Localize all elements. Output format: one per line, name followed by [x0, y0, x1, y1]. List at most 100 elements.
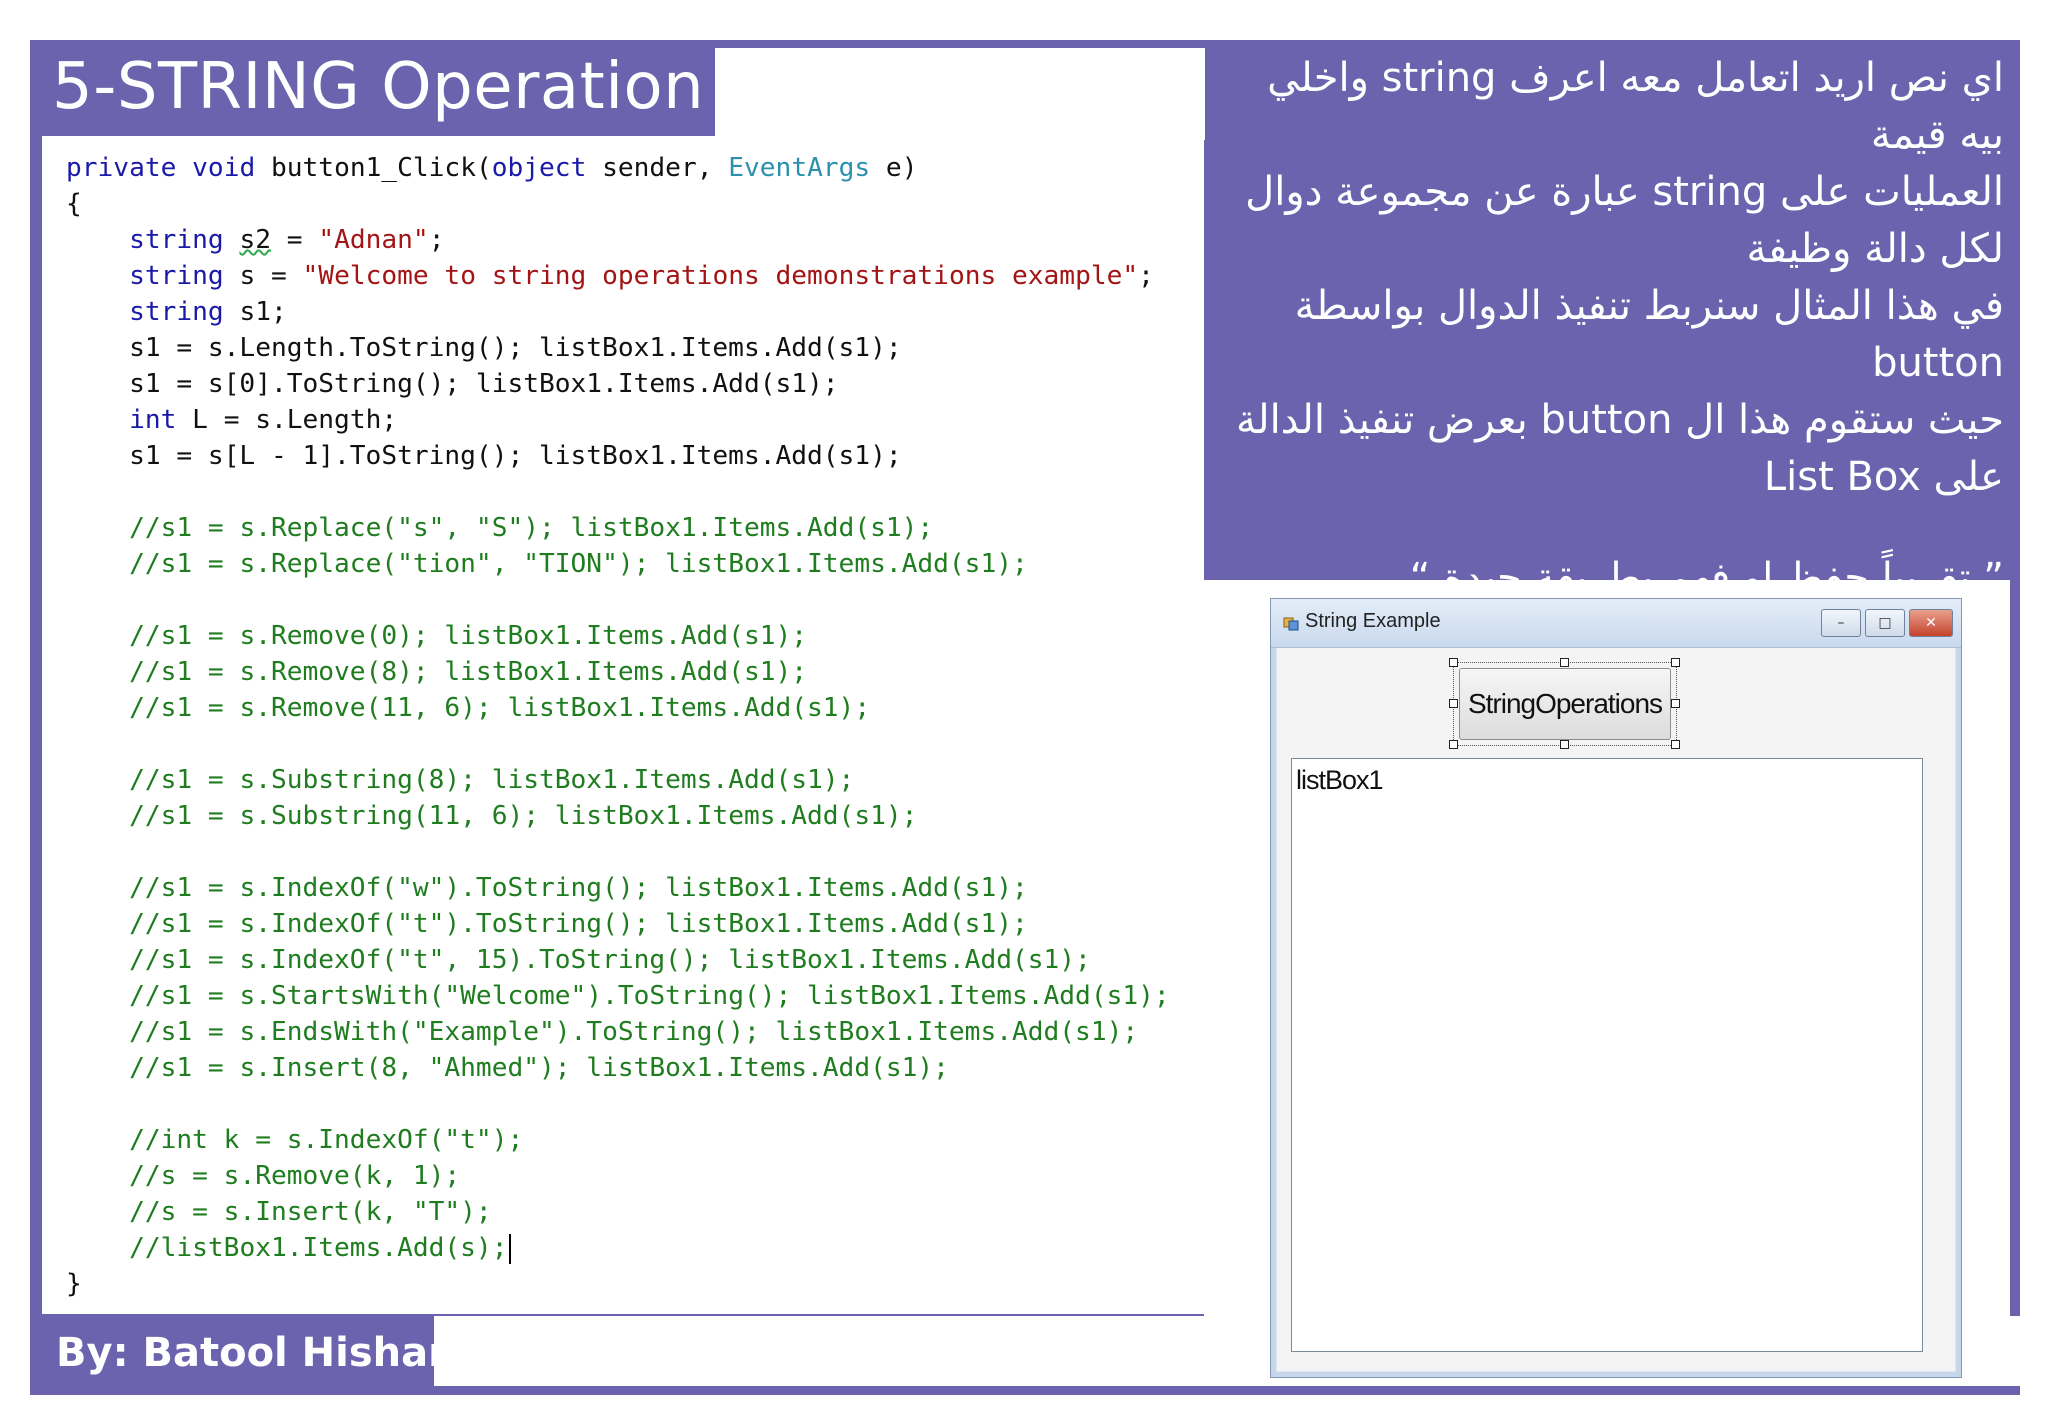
code-token: //s1 = s.Insert(8, "Ahmed"); listBox1.It… — [129, 1053, 949, 1083]
code-token: //s1 = s.IndexOf("w").ToString(); listBo… — [129, 873, 1028, 903]
code-token: s1 = s.Length.ToString(); listBox1.Items… — [66, 333, 902, 363]
code-token: //s = s.Remove(k, 1); — [129, 1161, 461, 1191]
code-line: } — [66, 1266, 1170, 1302]
code-listing: private void button1_Click(object sender… — [66, 150, 1170, 1302]
code-line: //s1 = s.IndexOf("w").ToString(); listBo… — [66, 870, 1170, 906]
code-line: //s1 = s.StartsWith("Welcome").ToString(… — [66, 978, 1170, 1014]
resize-handle[interactable] — [1671, 658, 1680, 667]
code-line: //s1 = s.Insert(8, "Ahmed"); listBox1.It… — [66, 1050, 1170, 1086]
close-icon[interactable]: ✕ — [1909, 609, 1953, 637]
code-token: //s1 = s.Replace("tion", "TION"); listBo… — [129, 549, 1028, 579]
code-line: s1 = s[L - 1].ToString(); listBox1.Items… — [66, 438, 1170, 474]
resize-handle[interactable] — [1449, 740, 1458, 749]
minimize-icon[interactable]: – — [1821, 609, 1861, 637]
maximize-icon[interactable]: □ — [1865, 609, 1905, 637]
window-controls: – □ ✕ — [1821, 609, 1953, 637]
text-cursor — [509, 1233, 512, 1264]
code-token: s1; — [223, 297, 287, 327]
code-token: //int k = s.IndexOf("t"); — [129, 1125, 524, 1155]
note-line: على List Box — [1763, 454, 2004, 500]
resize-handle[interactable] — [1449, 658, 1458, 667]
note-line: بيه قيمة — [1870, 112, 2004, 158]
arabic-notes: اي نص اريد اتعامل معه اعرف string واخلي … — [1184, 50, 2004, 607]
code-token: void — [192, 153, 256, 183]
list-box[interactable]: listBox1 — [1291, 758, 1923, 1352]
code-line: //s1 = s.Remove(8); listBox1.Items.Add(s… — [66, 654, 1170, 690]
code-line: { — [66, 186, 1170, 222]
code-line: string s1; — [66, 294, 1170, 330]
code-token: //s1 = s.Remove(0); listBox1.Items.Add(s… — [129, 621, 808, 651]
code-line: //s1 = s.EndsWith("Example").ToString();… — [66, 1014, 1170, 1050]
form-app-icon — [1283, 617, 1299, 631]
resize-handle[interactable] — [1449, 699, 1458, 708]
code-token: //s1 = s.StartsWith("Welcome").ToString(… — [129, 981, 1170, 1011]
code-token: //s1 = s.Substring(11, 6); listBox1.Item… — [129, 801, 918, 831]
code-token: //s1 = s.IndexOf("t", 15).ToString(); li… — [129, 945, 1091, 975]
code-line: //int k = s.IndexOf("t"); — [66, 1122, 1170, 1158]
code-token: s1 = s[L - 1].ToString(); listBox1.Items… — [66, 441, 902, 471]
code-token: s = — [223, 261, 303, 291]
code-token: button1_Click( — [255, 153, 492, 183]
string-operations-button[interactable]: StringOperations — [1459, 668, 1671, 740]
code-token: //s1 = s.Replace("s", "S"); listBox1.Ite… — [129, 513, 934, 543]
code-token: } — [66, 1269, 82, 1299]
code-token: //listBox1.Items.Add(s); — [129, 1233, 508, 1263]
note-line: لكل دالة وظيفة — [1746, 226, 2004, 272]
code-token: s2 — [239, 225, 272, 255]
code-line: //s1 = s.Remove(11, 6); listBox1.Items.A… — [66, 690, 1170, 726]
code-token: string — [129, 261, 224, 291]
resize-handle[interactable] — [1560, 740, 1569, 749]
note-gap — [1184, 506, 2004, 550]
code-line: //s1 = s.Remove(0); listBox1.Items.Add(s… — [66, 618, 1170, 654]
note-line: حيث ستقوم هذا ال button بعرض تنفيذ الدال… — [1235, 397, 2004, 443]
note-line: اي نص اريد اتعامل معه اعرف string واخلي — [1267, 55, 2004, 101]
resize-handle[interactable] — [1671, 699, 1680, 708]
code-line: int L = s.Length; — [66, 402, 1170, 438]
code-line: //listBox1.Items.Add(s); — [66, 1230, 1170, 1266]
form-titlebar[interactable]: String Example – □ ✕ — [1271, 599, 1961, 648]
code-line: //s1 = s.IndexOf("t").ToString(); listBo… — [66, 906, 1170, 942]
code-line: //s1 = s.IndexOf("t", 15).ToString(); li… — [66, 942, 1170, 978]
code-line: //s1 = s.Replace("s", "S"); listBox1.Ite… — [66, 510, 1170, 546]
note-line: في هذا المثال سنربط تنفيذ الدوال بواسطة … — [1294, 283, 2004, 386]
code-token: EventArgs — [728, 153, 871, 183]
code-token: //s1 = s.Substring(8); listBox1.Items.Ad… — [129, 765, 855, 795]
code-token: ; — [1138, 261, 1154, 291]
slide-title: 5-STRING Operation — [52, 50, 705, 124]
resize-handle[interactable] — [1560, 658, 1569, 667]
code-line: string s = "Welcome to string operations… — [66, 258, 1170, 294]
code-token: ; — [428, 225, 445, 255]
code-token: string — [129, 225, 224, 255]
code-line: s1 = s[0].ToString(); listBox1.Items.Add… — [66, 366, 1170, 402]
author-credit: By: Batool Hisham — [56, 1330, 470, 1376]
code-token: object — [491, 153, 587, 183]
code-token: //s1 = s.EndsWith("Example").ToString();… — [129, 1017, 1139, 1047]
code-token: int — [129, 405, 177, 435]
resize-handle[interactable] — [1671, 740, 1680, 749]
form-client-area: StringOperations listBox1 — [1277, 648, 1955, 1371]
listbox-label: listBox1 — [1296, 765, 1384, 795]
code-line: string s2 = "Adnan"; — [66, 222, 1170, 258]
code-token: e) — [870, 153, 918, 183]
code-token: //s1 = s.Remove(11, 6); listBox1.Items.A… — [129, 693, 871, 723]
form-title: String Example — [1305, 610, 1441, 632]
